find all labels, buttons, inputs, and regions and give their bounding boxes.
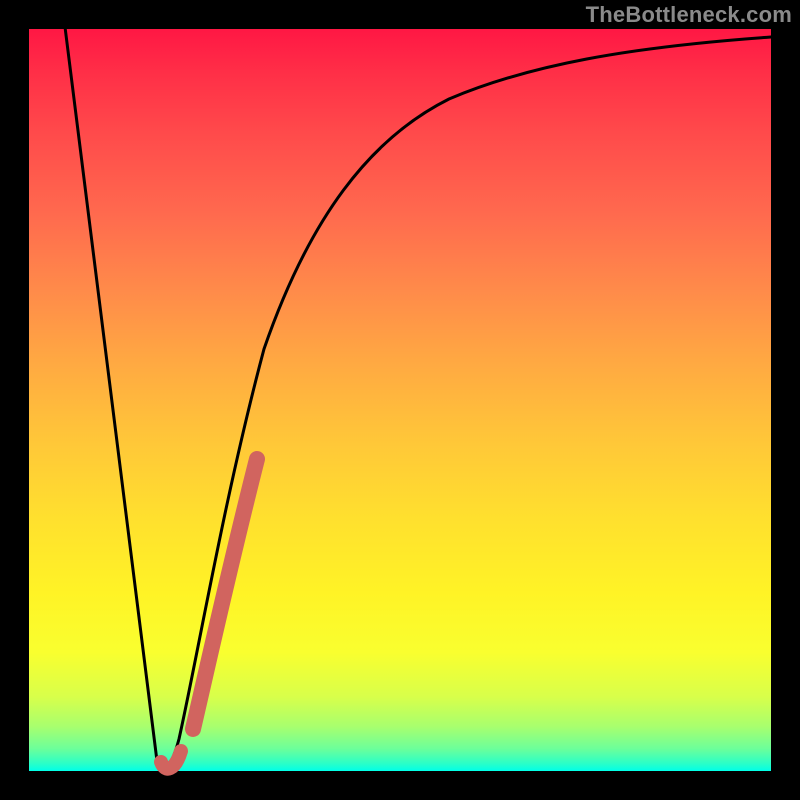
highlight-hook — [161, 751, 181, 769]
watermark-text: TheBottleneck.com — [586, 2, 792, 28]
bottleneck-curve-svg — [29, 29, 771, 771]
highlight-segment — [193, 459, 257, 729]
chart-frame: TheBottleneck.com — [0, 0, 800, 800]
bottleneck-curve — [64, 19, 771, 769]
